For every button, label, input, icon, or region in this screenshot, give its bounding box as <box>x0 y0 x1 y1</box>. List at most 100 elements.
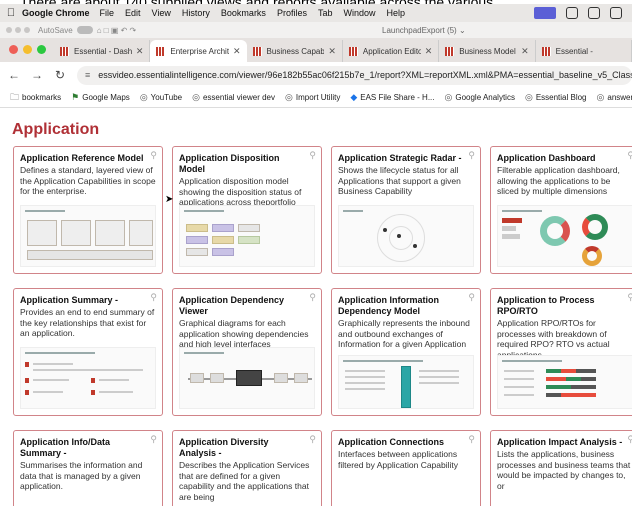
card-thumbnail <box>179 205 315 267</box>
minimize-window-icon[interactable] <box>23 45 32 54</box>
menu-view[interactable]: View <box>152 8 171 18</box>
search-icon[interactable]: ⚲ <box>150 434 157 445</box>
card-thumbnail <box>338 355 474 409</box>
tab-favicon-icon <box>445 46 455 56</box>
search-icon[interactable]: ⚲ <box>150 292 157 303</box>
close-tab-icon[interactable]: ✕ <box>425 46 433 57</box>
card-title: Application Summary - <box>20 295 119 305</box>
card-description: Lists the applications, business process… <box>497 449 631 491</box>
search-icon[interactable]: ⚲ <box>627 292 632 303</box>
card-description: Application RPO/RTOs for processes with … <box>497 318 610 360</box>
globe-icon: ◎ <box>192 92 200 102</box>
apple-icon[interactable]:  <box>0 7 22 19</box>
search-icon[interactable]: ⚲ <box>627 150 632 161</box>
close-window-icon[interactable] <box>9 45 18 54</box>
bookmark-item[interactable]: ◎ Essential Blog <box>525 92 587 103</box>
page-title: Application <box>12 121 100 138</box>
tab-application-editor[interactable]: Application Editor ✕ <box>343 40 440 62</box>
excel-window-controls <box>6 27 30 33</box>
close-tab-icon[interactable]: ✕ <box>328 46 336 57</box>
url-field[interactable]: ≡ essvideo.essentialintelligence.com/vie… <box>77 65 632 85</box>
view-card-application-info-data-summary[interactable]: ⚲ Application Info/Data Summary - Summar… <box>13 430 163 506</box>
card-title: Application Info/Data Summary - <box>20 437 110 458</box>
card-title: Application Dashboard <box>497 153 596 163</box>
view-card-application-to-process-rpo-rto[interactable]: ⚲ Application to Process RPO/RTO Applica… <box>490 288 632 416</box>
back-arrow-icon[interactable]: ← <box>5 68 23 82</box>
menu-history[interactable]: History <box>182 8 210 18</box>
close-tab-icon[interactable]: ✕ <box>521 46 529 57</box>
tab-essential-dashboard[interactable]: Essential - Dashb ✕ <box>54 40 151 62</box>
bookmark-item[interactable]: ◎answer.co <box>597 92 632 103</box>
search-icon[interactable]: ⚲ <box>468 434 475 445</box>
globe-icon: ◎ <box>444 92 453 102</box>
bookmark-item[interactable]: ◎ Import Utility <box>285 92 340 103</box>
menu-window[interactable]: Window <box>343 8 375 18</box>
search-icon[interactable]: ⚲ <box>309 150 316 161</box>
view-card-application-diversity-analysis[interactable]: ⚲ Application Diversity Analysis - Descr… <box>172 430 322 506</box>
menu-file[interactable]: File <box>100 8 115 18</box>
excel-titlebar: AutoSave ⌂ □ ▣ ↶ ↷ LaunchpadExport (5) ⌄ <box>0 22 632 38</box>
menu-help[interactable]: Help <box>386 8 405 18</box>
search-icon[interactable]: ⚲ <box>309 434 316 445</box>
close-tab-icon[interactable]: ✕ <box>136 46 144 57</box>
tab-essential[interactable]: Essential - <box>536 40 632 62</box>
app-icon[interactable] <box>610 7 622 19</box>
bookmark-item[interactable]: 🗀 bookmarks <box>10 90 61 106</box>
share-icon: ◆ <box>350 92 358 102</box>
view-card-application-dependency-viewer[interactable]: ⚲ Application Dependency Viewer Graphica… <box>172 288 322 416</box>
screen-share-icon[interactable] <box>534 7 556 19</box>
autosave-label: AutoSave <box>38 25 73 35</box>
forward-arrow-icon[interactable]: → <box>28 68 46 82</box>
view-card-application-dashboard[interactable]: ⚲ Application Dashboard Filterable appli… <box>490 146 632 274</box>
zoom-window-icon[interactable] <box>37 45 46 54</box>
tab-business-capability[interactable]: Business Capabil ✕ <box>247 40 343 62</box>
card-title: Application Reference Model <box>20 153 144 163</box>
view-card-application-connections[interactable]: ⚲ Application Connections Interfaces bet… <box>331 430 481 506</box>
search-icon[interactable]: ⚲ <box>468 150 475 161</box>
bookmark-item[interactable]: ◎ Google Analytics <box>445 92 515 103</box>
menu-bookmarks[interactable]: Bookmarks <box>221 8 266 18</box>
status-icon[interactable] <box>566 7 578 19</box>
tab-enterprise-architecture[interactable]: Enterprise Archite ✕ <box>150 40 247 62</box>
card-description: Provides an end to end summary of the ke… <box>20 307 155 338</box>
menubar-app-name[interactable]: Google Chrome <box>22 8 90 18</box>
bookmark-item[interactable]: ◎ essential viewer dev <box>192 92 275 103</box>
view-card-application-information-dependency[interactable]: ⚲ Application Information Dependency Mod… <box>331 288 481 416</box>
autosave-toggle[interactable] <box>76 26 93 34</box>
search-icon[interactable]: ⚲ <box>627 434 632 445</box>
view-card-application-reference-model[interactable]: ⚲ Application Reference Model Defines a … <box>13 146 163 274</box>
reload-icon[interactable]: ↻ <box>51 68 69 82</box>
bookmark-item[interactable]: ◆ EAS File Share - H... <box>350 92 434 103</box>
page-content: Application ⚲ Application Reference Mode… <box>0 108 632 506</box>
view-card-application-impact-analysis[interactable]: ⚲ Application Impact Analysis - Lists th… <box>490 430 632 506</box>
search-icon[interactable]: ⚲ <box>150 150 157 161</box>
mouse-cursor-icon: ➤ <box>165 194 174 205</box>
menu-profiles[interactable]: Profiles <box>277 8 307 18</box>
excel-doc-title[interactable]: LaunchpadExport (5) ⌄ <box>382 26 466 35</box>
card-thumbnail <box>20 347 156 409</box>
bookmark-item[interactable]: ◎ YouTube <box>140 92 182 103</box>
card-description: Graphically represents the inbound and o… <box>338 318 470 349</box>
tab-favicon-icon <box>252 46 262 56</box>
menu-tab[interactable]: Tab <box>318 8 333 18</box>
menu-edit[interactable]: Edit <box>125 8 141 18</box>
globe-icon: ◎ <box>524 92 533 102</box>
search-icon[interactable]: ⚲ <box>468 292 475 303</box>
card-description: Defines a standard, layered view of the … <box>20 165 156 196</box>
card-description: Filterable application dashboard, allowi… <box>497 165 620 196</box>
site-info-icon[interactable]: ≡ <box>85 70 90 80</box>
bookmark-item[interactable]: ⚑ Google Maps <box>71 92 130 103</box>
settings-icon[interactable] <box>588 7 600 19</box>
card-description: Summarises the information and data that… <box>20 460 143 491</box>
tab-favicon-icon <box>541 46 551 56</box>
tab-favicon-icon <box>156 46 166 56</box>
card-description: Application disposition model showing th… <box>179 176 302 207</box>
menubar-tray <box>534 7 622 19</box>
tab-business-model[interactable]: Business Model Pl✕ <box>439 40 536 62</box>
view-card-application-summary[interactable]: ⚲ Application Summary - Provides an end … <box>13 288 163 416</box>
view-card-application-strategic-radar[interactable]: ⚲ Application Strategic Radar - Shows th… <box>331 146 481 274</box>
close-tab-icon[interactable]: ✕ <box>233 46 241 57</box>
window-controls <box>9 45 46 54</box>
search-icon[interactable]: ⚲ <box>309 292 316 303</box>
view-card-application-disposition-model[interactable]: ⚲ Application Disposition Model Applicat… <box>172 146 322 274</box>
